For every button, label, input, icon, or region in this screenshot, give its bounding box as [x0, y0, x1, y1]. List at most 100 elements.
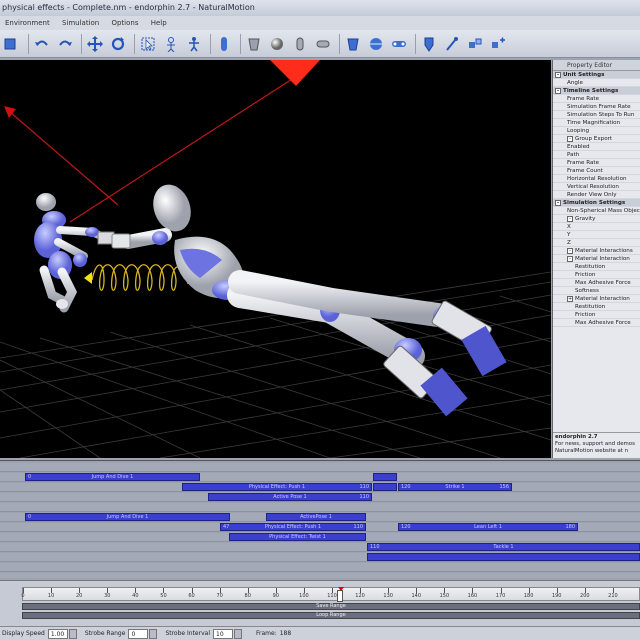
property-row[interactable]: Max Adhesive Force [553, 319, 640, 327]
timeline-clip[interactable] [367, 553, 640, 561]
property-row[interactable]: Simulation Steps To Run [553, 111, 640, 119]
playhead-handle[interactable] [337, 587, 345, 602]
property-row[interactable]: Softness [553, 287, 640, 295]
property-row[interactable]: - Material Interaction [553, 255, 640, 263]
move-icon[interactable] [85, 34, 105, 54]
save-range-bar[interactable]: Save Range [22, 603, 640, 610]
timeline-clip[interactable]: ActivePose 1 [266, 513, 366, 521]
rotate-icon[interactable] [108, 34, 128, 54]
property-row[interactable]: Max Adhesive Force [553, 279, 640, 287]
effect-icon[interactable] [465, 34, 485, 54]
property-row[interactable]: Y [553, 231, 640, 239]
property-row[interactable]: - Material Interactions [553, 247, 640, 255]
shield-icon[interactable] [419, 34, 439, 54]
property-row[interactable]: + Material Interaction [553, 295, 640, 303]
timeline-track[interactable] [0, 463, 640, 472]
display-speed-input[interactable]: 1.00 [47, 628, 68, 639]
select-icon[interactable] [138, 34, 158, 54]
property-row[interactable]: - Group Export [553, 135, 640, 143]
undo-icon[interactable] [32, 34, 52, 54]
expander-icon[interactable]: - [567, 247, 573, 254]
timeline-clip[interactable]: 110 Physical Effect: Push 1 [182, 483, 372, 491]
property-row[interactable]: Non-Spherical Mass Objects [553, 207, 640, 215]
property-row[interactable]: Angle [553, 79, 640, 87]
capsule-flat-icon[interactable] [313, 34, 333, 54]
property-row[interactable]: Friction [553, 271, 640, 279]
property-row[interactable]: Frame Count [553, 167, 640, 175]
timeline-clip[interactable]: Physical Effect: Twist 1 [229, 533, 366, 541]
property-row[interactable]: Frame Rate [553, 159, 640, 167]
timeline-clip[interactable] [373, 483, 397, 491]
property-row[interactable]: Frame Rate [553, 95, 640, 103]
clip-label: Physical Effect: Push 1 [248, 484, 306, 490]
property-row[interactable]: Z [553, 239, 640, 247]
strobe-interval-spinner[interactable] [234, 628, 242, 639]
property-row[interactable]: Restitution [553, 263, 640, 271]
property-row[interactable]: Path [553, 151, 640, 159]
cursor-icon[interactable] [2, 34, 22, 54]
property-row[interactable]: - Gravity [553, 215, 640, 223]
select-alt-icon[interactable] [161, 34, 181, 54]
expander-icon[interactable]: + [567, 295, 573, 302]
timeline-track[interactable] [0, 503, 640, 512]
body-icon[interactable] [214, 34, 234, 54]
menu-simulation[interactable]: Simulation [57, 16, 104, 30]
property-row[interactable]: Simulation Frame Rate [553, 103, 640, 111]
display-speed-spinner[interactable] [68, 628, 77, 639]
ruler-tick-label: 130 [383, 593, 393, 599]
property-label: Y [567, 232, 571, 238]
property-row[interactable]: Enabled [553, 143, 640, 151]
frame-ruler[interactable]: 0 10 20 30 40 50 60 70 80 90 100 110 120 130 140 150 160… [0, 580, 640, 626]
expander-icon[interactable]: - [567, 255, 573, 262]
link-icon[interactable] [389, 34, 409, 54]
timeline-clip[interactable]: 120 180 Lean Left 1 [398, 523, 578, 531]
property-row[interactable]: Vertical Resolution [553, 183, 640, 191]
timeline-clip[interactable]: 0 Jump And Dive 1 [25, 513, 230, 521]
timeline-clip[interactable]: 47 110 Physical Effect: Push 1 [220, 523, 366, 531]
redo-icon[interactable] [55, 34, 75, 54]
strobe-range-input[interactable]: 0 [128, 628, 149, 639]
property-section[interactable]: - Unit Settings [553, 71, 640, 79]
expander-icon[interactable]: - [567, 215, 573, 222]
character-icon[interactable] [184, 34, 204, 54]
property-list[interactable]: - Unit Settings Angle - Timeline Settings Fra… [553, 71, 640, 327]
expander-icon[interactable]: - [555, 199, 561, 206]
timeline-clip[interactable]: 120 156 Strike 1 [398, 483, 512, 491]
property-row[interactable]: Time Magnification [553, 119, 640, 127]
property-row[interactable]: X [553, 223, 640, 231]
expander-icon[interactable]: - [555, 87, 561, 94]
ruler-track[interactable]: 0 10 20 30 40 50 60 70 80 90 100 110 120 130 140 150 160… [21, 587, 640, 602]
expander-icon[interactable]: - [567, 135, 573, 142]
expander-icon[interactable]: - [555, 71, 561, 78]
ruler-tick-label: 120 [355, 593, 365, 599]
sphere-icon[interactable] [267, 34, 287, 54]
timeline-clip[interactable] [373, 473, 397, 481]
property-row[interactable]: Looping [553, 127, 640, 135]
ruler-tick-label: 160 [467, 593, 478, 599]
cylinder-icon[interactable] [290, 34, 310, 54]
property-row[interactable]: Horizontal Resolution [553, 175, 640, 183]
capsule-icon[interactable] [244, 34, 264, 54]
timeline-track[interactable] [0, 573, 640, 578]
property-section[interactable]: - Simulation Settings [553, 199, 640, 207]
timeline-clip[interactable]: 110 Active Pose 1 [208, 493, 372, 501]
property-row[interactable]: Restitution [553, 303, 640, 311]
menu-help[interactable]: Help [146, 16, 172, 30]
timeline-track[interactable] [0, 563, 640, 572]
3d-viewport[interactable] [0, 60, 551, 458]
property-row[interactable]: Render View Only [553, 191, 640, 199]
property-row[interactable]: Friction [553, 311, 640, 319]
timeline-clip[interactable]: 0 Jump And Dive 1 [25, 473, 200, 481]
constraint-icon[interactable] [488, 34, 508, 54]
box-icon[interactable] [343, 34, 363, 54]
menu-environment[interactable]: Environment [0, 16, 55, 30]
property-section[interactable]: - Timeline Settings [553, 87, 640, 95]
menu-options[interactable]: Options [106, 16, 143, 30]
disc-icon[interactable] [366, 34, 386, 54]
timeline-clip[interactable]: 110 Tackle 1 [367, 543, 640, 551]
loop-range-bar[interactable]: Loop Range [22, 612, 640, 619]
wrench-icon[interactable] [442, 34, 462, 54]
timeline-tracks[interactable]: 0 Jump And Dive 1 110 Physical Effect: Push… [0, 460, 640, 578]
strobe-interval-input[interactable]: 10 [213, 628, 233, 639]
strobe-range-spinner[interactable] [149, 628, 158, 639]
